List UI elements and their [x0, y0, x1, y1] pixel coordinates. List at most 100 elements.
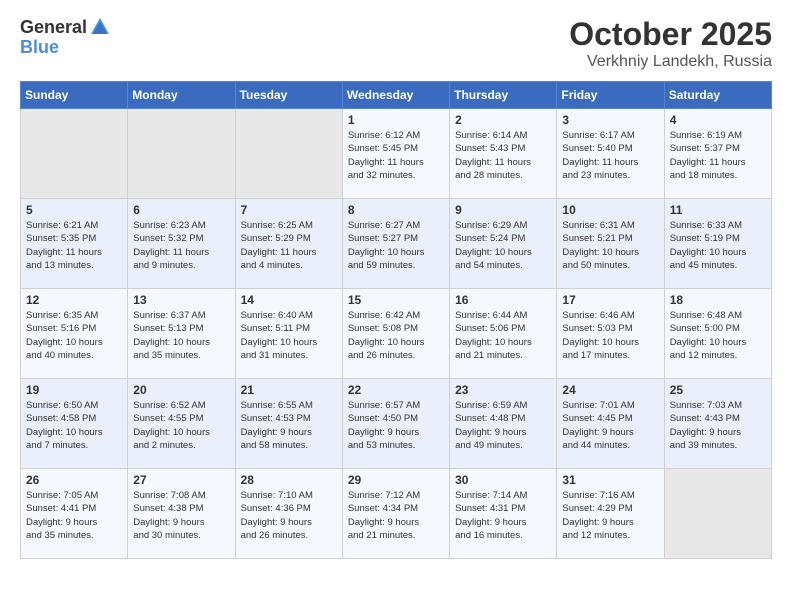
cell-content: Sunrise: 6:44 AM Sunset: 5:06 PM Dayligh… — [455, 309, 551, 362]
cell-content: Sunrise: 6:48 AM Sunset: 5:00 PM Dayligh… — [670, 309, 766, 362]
cell-content: Sunrise: 6:35 AM Sunset: 5:16 PM Dayligh… — [26, 309, 122, 362]
day-number: 31 — [562, 473, 658, 487]
calendar-cell: 3 Sunrise: 6:17 AM Sunset: 5:40 PM Daylig… — [557, 109, 664, 199]
weekday-header-monday: Monday — [128, 82, 235, 109]
day-number: 17 — [562, 293, 658, 307]
calendar-cell: 17 Sunrise: 6:46 AM Sunset: 5:03 PM Dayli… — [557, 289, 664, 379]
page-header: General Blue October 2025 Verkhniy Lande… — [20, 16, 772, 71]
calendar-cell: 31 Sunrise: 7:16 AM Sunset: 4:29 PM Dayli… — [557, 469, 664, 559]
day-number: 27 — [133, 473, 229, 487]
calendar-cell: 12 Sunrise: 6:35 AM Sunset: 5:16 PM Dayli… — [21, 289, 128, 379]
cell-content: Sunrise: 6:42 AM Sunset: 5:08 PM Dayligh… — [348, 309, 444, 362]
day-number: 19 — [26, 383, 122, 397]
cell-content: Sunrise: 6:50 AM Sunset: 4:58 PM Dayligh… — [26, 399, 122, 452]
calendar-cell: 6 Sunrise: 6:23 AM Sunset: 5:32 PM Daylig… — [128, 199, 235, 289]
cell-content: Sunrise: 6:40 AM Sunset: 5:11 PM Dayligh… — [241, 309, 337, 362]
weekday-header-saturday: Saturday — [664, 82, 771, 109]
cell-content: Sunrise: 6:25 AM Sunset: 5:29 PM Dayligh… — [241, 219, 337, 272]
cell-content: Sunrise: 6:55 AM Sunset: 4:53 PM Dayligh… — [241, 399, 337, 452]
day-number: 14 — [241, 293, 337, 307]
weekday-header-wednesday: Wednesday — [342, 82, 449, 109]
logo: General Blue — [20, 16, 111, 56]
day-number: 7 — [241, 203, 337, 217]
calendar-cell: 23 Sunrise: 6:59 AM Sunset: 4:48 PM Dayli… — [450, 379, 557, 469]
day-number: 1 — [348, 113, 444, 127]
day-number: 3 — [562, 113, 658, 127]
cell-content: Sunrise: 6:19 AM Sunset: 5:37 PM Dayligh… — [670, 129, 766, 182]
day-number: 2 — [455, 113, 551, 127]
day-number: 29 — [348, 473, 444, 487]
calendar-cell: 10Sunrise: 6:31 AM Sunset: 5:21 PM Dayli… — [557, 199, 664, 289]
calendar-cell: 28 Sunrise: 7:10 AM Sunset: 4:36 PM Dayli… — [235, 469, 342, 559]
day-number: 26 — [26, 473, 122, 487]
day-number: 21 — [241, 383, 337, 397]
calendar-cell: 21 Sunrise: 6:55 AM Sunset: 4:53 PM Dayli… — [235, 379, 342, 469]
day-number: 9 — [455, 203, 551, 217]
day-number: 22 — [348, 383, 444, 397]
calendar-cell: 26 Sunrise: 7:05 AM Sunset: 4:41 PM Dayli… — [21, 469, 128, 559]
month-title: October 2025 — [569, 16, 772, 53]
cell-content: Sunrise: 6:33 AM Sunset: 5:19 PM Dayligh… — [670, 219, 766, 272]
day-number: 24 — [562, 383, 658, 397]
cell-content: Sunrise: 6:57 AM Sunset: 4:50 PM Dayligh… — [348, 399, 444, 452]
calendar-table: SundayMondayTuesdayWednesdayThursdayFrid… — [20, 81, 772, 559]
day-number: 12 — [26, 293, 122, 307]
day-number: 4 — [670, 113, 766, 127]
day-number: 18 — [670, 293, 766, 307]
cell-content: Sunrise: 6:37 AM Sunset: 5:13 PM Dayligh… — [133, 309, 229, 362]
calendar-cell: 2Sunrise: 6:14 AM Sunset: 5:43 PM Daylig… — [450, 109, 557, 199]
calendar-cell: 16 Sunrise: 6:44 AM Sunset: 5:06 PM Dayli… — [450, 289, 557, 379]
weekday-header-thursday: Thursday — [450, 82, 557, 109]
logo-blue-text: Blue — [20, 38, 59, 56]
calendar-cell: 14 Sunrise: 6:40 AM Sunset: 5:11 PM Dayli… — [235, 289, 342, 379]
calendar-cell: 9Sunrise: 6:29 AM Sunset: 5:24 PM Daylig… — [450, 199, 557, 289]
calendar-cell: 5 Sunrise: 6:21 AM Sunset: 5:35 PM Daylig… — [21, 199, 128, 289]
calendar-header-row: SundayMondayTuesdayWednesdayThursdayFrid… — [21, 82, 772, 109]
cell-content: Sunrise: 7:08 AM Sunset: 4:38 PM Dayligh… — [133, 489, 229, 542]
cell-content: Sunrise: 6:31 AM Sunset: 5:21 PM Dayligh… — [562, 219, 658, 272]
cell-content: Sunrise: 6:59 AM Sunset: 4:48 PM Dayligh… — [455, 399, 551, 452]
cell-content: Sunrise: 7:01 AM Sunset: 4:45 PM Dayligh… — [562, 399, 658, 452]
weekday-header-sunday: Sunday — [21, 82, 128, 109]
day-number: 23 — [455, 383, 551, 397]
calendar-cell: 1 Sunrise: 6:12 AM Sunset: 5:45 PM Daylig… — [342, 109, 449, 199]
calendar-cell: 8 Sunrise: 6:27 AM Sunset: 5:27 PM Daylig… — [342, 199, 449, 289]
calendar-cell: 15 Sunrise: 6:42 AM Sunset: 5:08 PM Dayli… — [342, 289, 449, 379]
cell-content: Sunrise: 6:21 AM Sunset: 5:35 PM Dayligh… — [26, 219, 122, 272]
calendar-cell — [128, 109, 235, 199]
cell-content: Sunrise: 7:16 AM Sunset: 4:29 PM Dayligh… — [562, 489, 658, 542]
day-number: 15 — [348, 293, 444, 307]
calendar-cell: 30 Sunrise: 7:14 AM Sunset: 4:31 PM Dayli… — [450, 469, 557, 559]
calendar-cell: 7 Sunrise: 6:25 AM Sunset: 5:29 PM Daylig… — [235, 199, 342, 289]
day-number: 30 — [455, 473, 551, 487]
day-number: 8 — [348, 203, 444, 217]
day-number: 13 — [133, 293, 229, 307]
calendar-cell — [235, 109, 342, 199]
calendar-week-4: 19 Sunrise: 6:50 AM Sunset: 4:58 PM Dayli… — [21, 379, 772, 469]
weekday-header-friday: Friday — [557, 82, 664, 109]
cell-content: Sunrise: 6:27 AM Sunset: 5:27 PM Dayligh… — [348, 219, 444, 272]
calendar-cell: 13 Sunrise: 6:37 AM Sunset: 5:13 PM Dayli… — [128, 289, 235, 379]
cell-content: Sunrise: 7:05 AM Sunset: 4:41 PM Dayligh… — [26, 489, 122, 542]
day-number: 16 — [455, 293, 551, 307]
day-number: 6 — [133, 203, 229, 217]
cell-content: Sunrise: 7:10 AM Sunset: 4:36 PM Dayligh… — [241, 489, 337, 542]
cell-content: Sunrise: 6:12 AM Sunset: 5:45 PM Dayligh… — [348, 129, 444, 182]
cell-content: Sunrise: 7:12 AM Sunset: 4:34 PM Dayligh… — [348, 489, 444, 542]
cell-content: Sunrise: 6:17 AM Sunset: 5:40 PM Dayligh… — [562, 129, 658, 182]
day-number: 20 — [133, 383, 229, 397]
day-number: 5 — [26, 203, 122, 217]
logo-general-text: General — [20, 18, 87, 36]
cell-content: Sunrise: 6:46 AM Sunset: 5:03 PM Dayligh… — [562, 309, 658, 362]
day-number: 28 — [241, 473, 337, 487]
calendar-cell: 4 Sunrise: 6:19 AM Sunset: 5:37 PM Daylig… — [664, 109, 771, 199]
calendar-cell: 20Sunrise: 6:52 AM Sunset: 4:55 PM Dayli… — [128, 379, 235, 469]
location-title: Verkhniy Landekh, Russia — [569, 53, 772, 71]
calendar-cell: 11Sunrise: 6:33 AM Sunset: 5:19 PM Dayli… — [664, 199, 771, 289]
calendar-cell: 22 Sunrise: 6:57 AM Sunset: 4:50 PM Dayli… — [342, 379, 449, 469]
calendar-cell: 27 Sunrise: 7:08 AM Sunset: 4:38 PM Dayli… — [128, 469, 235, 559]
weekday-header-tuesday: Tuesday — [235, 82, 342, 109]
cell-content: Sunrise: 6:23 AM Sunset: 5:32 PM Dayligh… — [133, 219, 229, 272]
cell-content: Sunrise: 7:14 AM Sunset: 4:31 PM Dayligh… — [455, 489, 551, 542]
title-block: October 2025 Verkhniy Landekh, Russia — [569, 16, 772, 71]
